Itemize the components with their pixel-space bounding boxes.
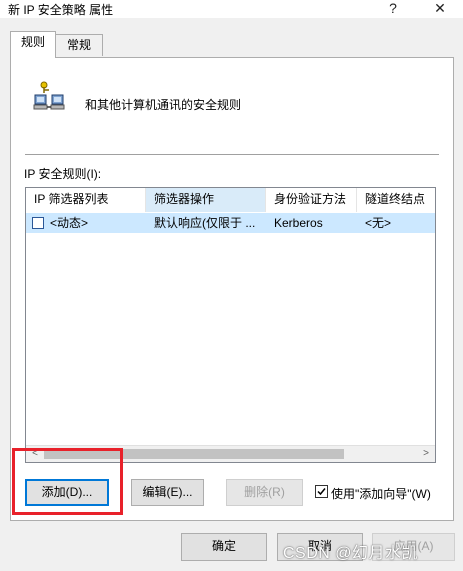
close-button[interactable]: ✕ — [417, 0, 463, 18]
check-icon — [317, 488, 326, 496]
cell-filter-action: 默认响应(仅限于 ... — [154, 216, 256, 230]
ok-button[interactable]: 确定 — [181, 533, 267, 561]
rules-list-label: IP 安全规则(I): — [24, 167, 102, 181]
column-header-filter-list[interactable]: IP 筛选器列表 — [26, 188, 146, 212]
window-title: 新 IP 安全策略 属性 — [8, 3, 114, 17]
rule-checkbox[interactable] — [32, 217, 44, 229]
tab-general[interactable]: 常规 — [55, 34, 103, 56]
wizard-label: 使用"添加向导"(W) — [331, 487, 431, 501]
network-computers-icon — [33, 81, 65, 110]
table-row[interactable]: <动态> 默认响应(仅限于 ... Kerberos <无> — [26, 213, 435, 233]
cell-filter-list: <动态> — [50, 216, 89, 230]
highlight-box — [12, 448, 123, 515]
scroll-right-arrow-icon[interactable]: > — [419, 446, 433, 462]
column-header-tunnel-endpoint[interactable]: 隧道终结点 — [357, 188, 435, 212]
remove-button[interactable]: 删除(R) — [226, 479, 303, 506]
column-header-filter-action[interactable]: 筛选器操作 — [146, 188, 266, 212]
cell-auth-method: Kerberos — [274, 216, 323, 230]
wizard-checkbox[interactable] — [315, 485, 328, 498]
rules-description: 和其他计算机通讯的安全规则 — [85, 98, 242, 112]
cell-tunnel-endpoint: <无> — [365, 216, 392, 230]
rules-list[interactable]: IP 筛选器列表 筛选器操作 身份验证方法 隧道终结点 <动态> 默认响应(仅限… — [25, 187, 436, 463]
help-button[interactable]: ? — [370, 0, 416, 18]
separator — [25, 154, 439, 155]
edit-button[interactable]: 编辑(E)... — [131, 479, 204, 506]
tab-rules[interactable]: 规则 — [10, 31, 56, 58]
column-header-auth-method[interactable]: 身份验证方法 — [266, 188, 357, 212]
watermark: CSDN @幻月水凯 — [283, 545, 419, 562]
